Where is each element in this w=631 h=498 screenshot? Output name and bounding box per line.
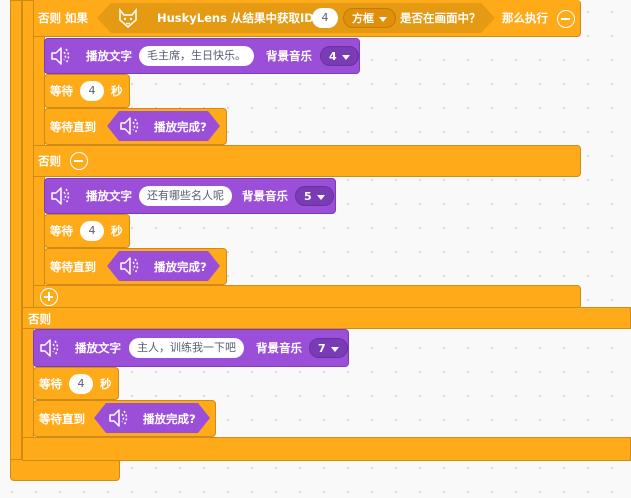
bgm-label: 背景音乐: [242, 189, 288, 203]
caret-down-icon: [379, 16, 387, 22]
speaker-icon: [109, 409, 128, 427]
outermost-arm: [10, 0, 22, 462]
id-input[interactable]: 4: [312, 8, 338, 28]
seconds-label: 秒: [111, 224, 123, 238]
inner-else-label: 否则: [38, 154, 61, 168]
play-done-label: 播放完成?: [154, 120, 207, 134]
inner-else-bar[interactable]: [33, 145, 581, 177]
then-label: 那么执行: [502, 11, 548, 25]
play-text-label: 播放文字: [86, 49, 132, 63]
play-text-label: 播放文字: [75, 341, 121, 355]
husky-lens-fox-icon: [119, 7, 137, 28]
play-done-label: 播放完成?: [143, 412, 196, 426]
wait-until-label: 等待直到: [50, 260, 96, 274]
speaker-icon: [51, 187, 70, 205]
minus-circle-icon[interactable]: [70, 152, 88, 170]
text-input[interactable]: 毛主席，生日快乐。: [139, 46, 254, 66]
bgm-dropdown[interactable]: 5: [295, 186, 334, 206]
speaker-icon: [120, 117, 139, 135]
caret-down-icon: [316, 194, 325, 200]
seconds-label: 秒: [111, 84, 123, 98]
speaker-icon: [120, 257, 139, 275]
plus-circle-icon[interactable]: [40, 288, 58, 306]
bgm-label: 背景音乐: [256, 341, 302, 355]
wait-seconds-input[interactable]: 4: [80, 221, 104, 241]
text-input[interactable]: 还有哪些名人呢: [139, 186, 232, 206]
outermost-foot: [10, 459, 120, 481]
caret-down-icon: [330, 346, 339, 352]
outer-if-footer[interactable]: [22, 437, 631, 461]
else-if-label: 否则 如果: [38, 11, 89, 25]
husky-text: HuskyLens 从结果中获取ID: [157, 11, 314, 25]
outer-else-label: 否则: [28, 312, 51, 326]
bgm-dropdown-value: 7: [318, 342, 326, 355]
speaker-icon: [40, 339, 59, 357]
wait-seconds-input[interactable]: 4: [69, 374, 93, 394]
play-text-label: 播放文字: [86, 189, 132, 203]
wait-label: 等待: [50, 224, 73, 238]
wait-until-label: 等待直到: [50, 120, 96, 134]
wait-until-label: 等待直到: [39, 412, 85, 426]
bgm-dropdown-value: 5: [304, 190, 312, 203]
minus-circle-icon[interactable]: [557, 10, 575, 28]
outer-else-bar[interactable]: [22, 307, 631, 329]
play-done-label: 播放完成?: [154, 260, 207, 274]
speaker-icon: [51, 47, 70, 65]
wait-label: 等待: [50, 84, 73, 98]
type-dropdown-value: 方框: [352, 12, 374, 25]
inner-if-footer[interactable]: [33, 285, 581, 309]
type-dropdown[interactable]: 方框: [343, 8, 396, 28]
bgm-dropdown[interactable]: 7: [309, 338, 348, 358]
in-frame-text: 是否在画面中？: [400, 11, 481, 25]
bgm-dropdown[interactable]: 4: [320, 46, 359, 66]
wait-seconds-input[interactable]: 4: [80, 81, 104, 101]
caret-down-icon: [341, 54, 350, 60]
bgm-dropdown-value: 4: [329, 50, 337, 63]
bgm-label: 背景音乐: [266, 49, 312, 63]
text-input[interactable]: 主人，训练我一下吧: [129, 338, 244, 358]
wait-label: 等待: [39, 377, 62, 391]
seconds-label: 秒: [100, 377, 112, 391]
